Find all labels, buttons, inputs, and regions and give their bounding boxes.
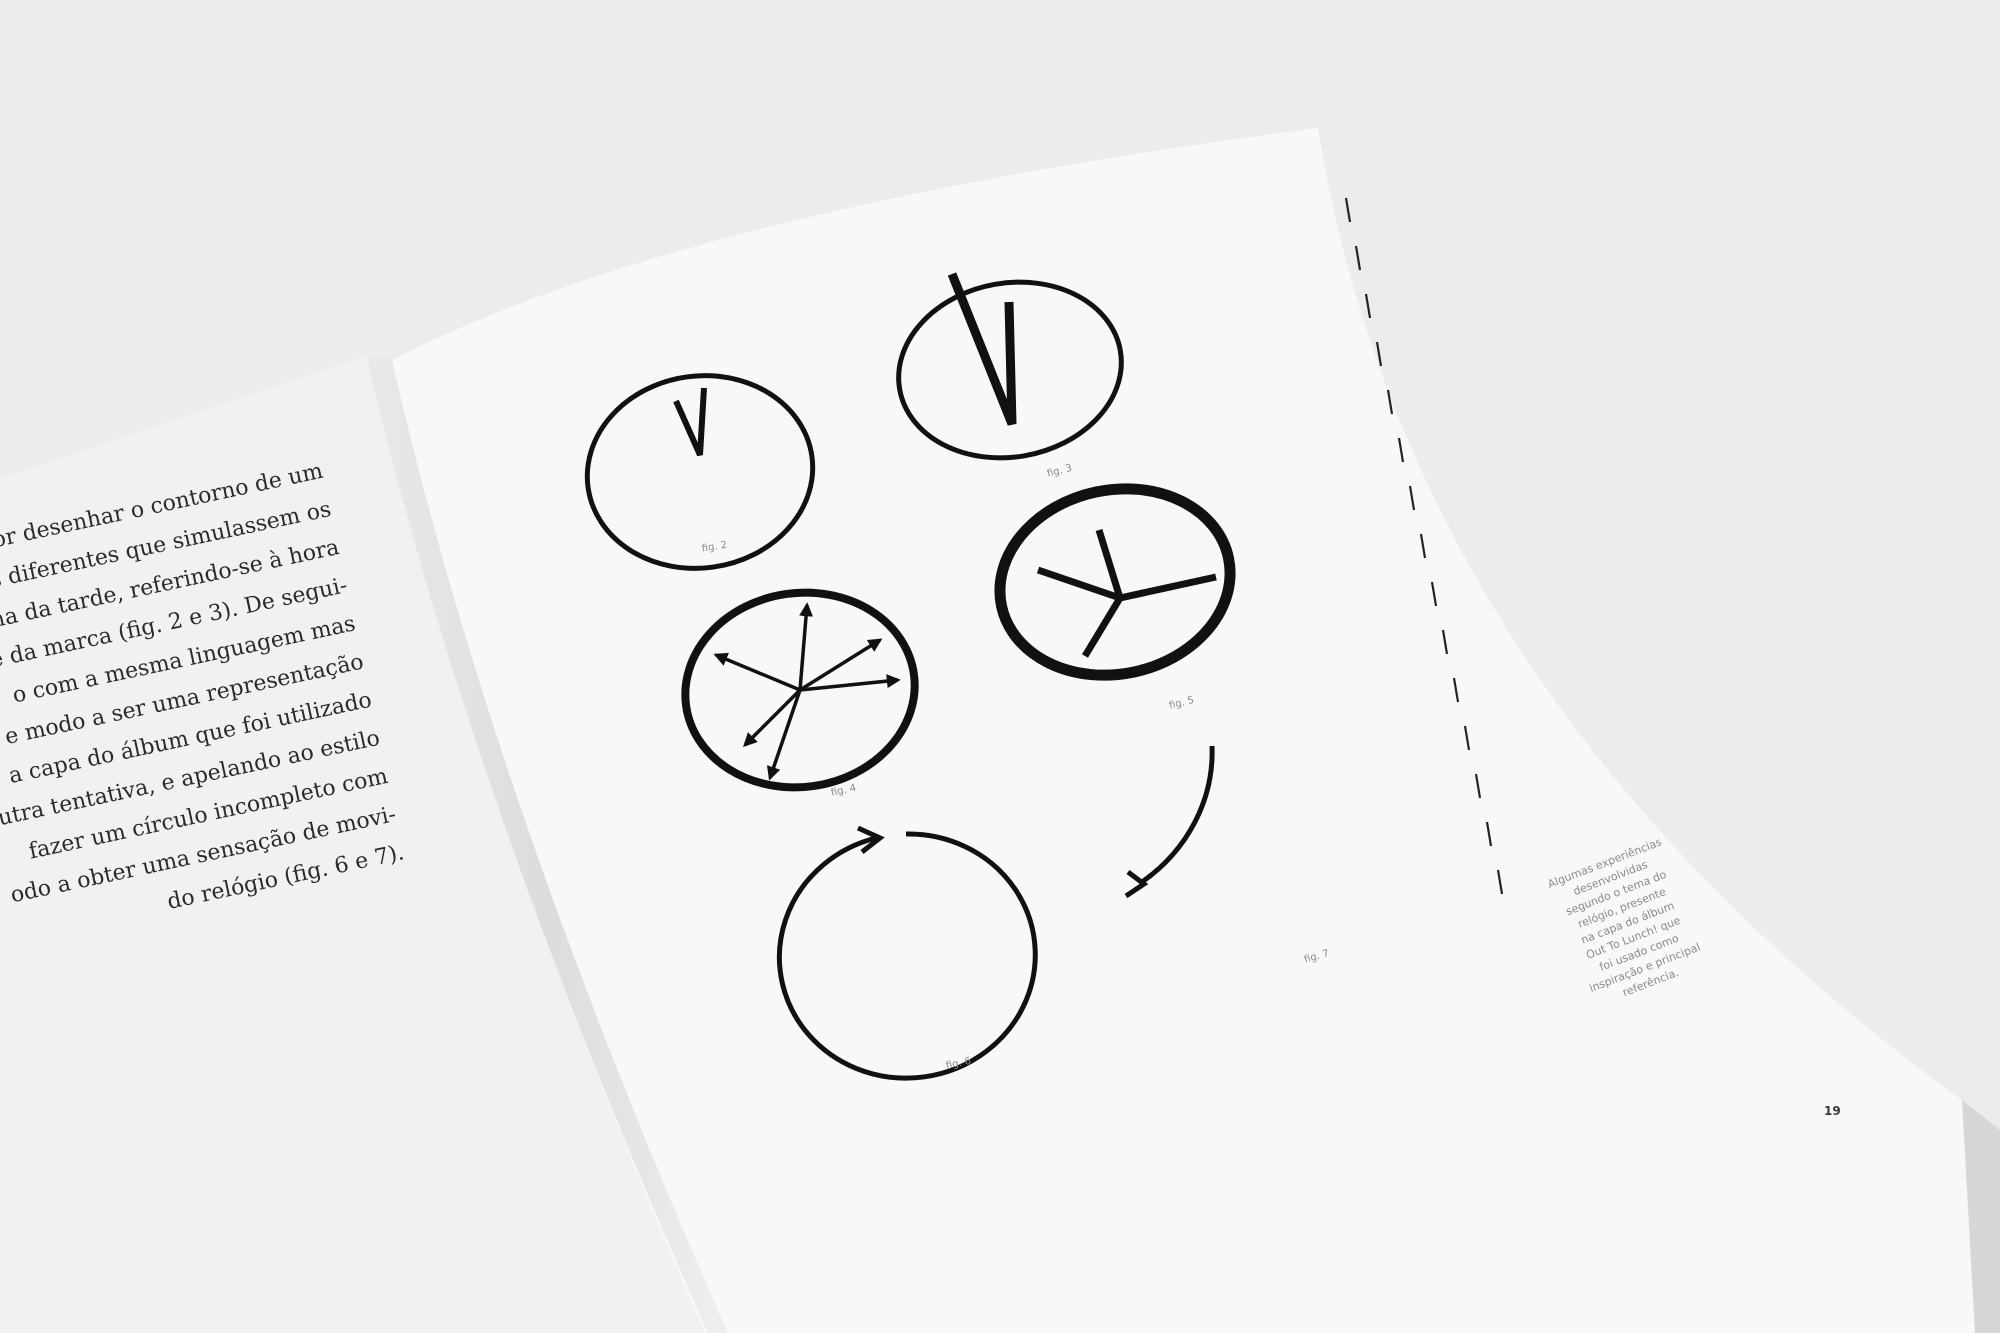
page-number: 19 <box>1824 1104 1841 1118</box>
open-book-photo: or desenhar o contorno de um s diferente… <box>0 0 2000 1333</box>
